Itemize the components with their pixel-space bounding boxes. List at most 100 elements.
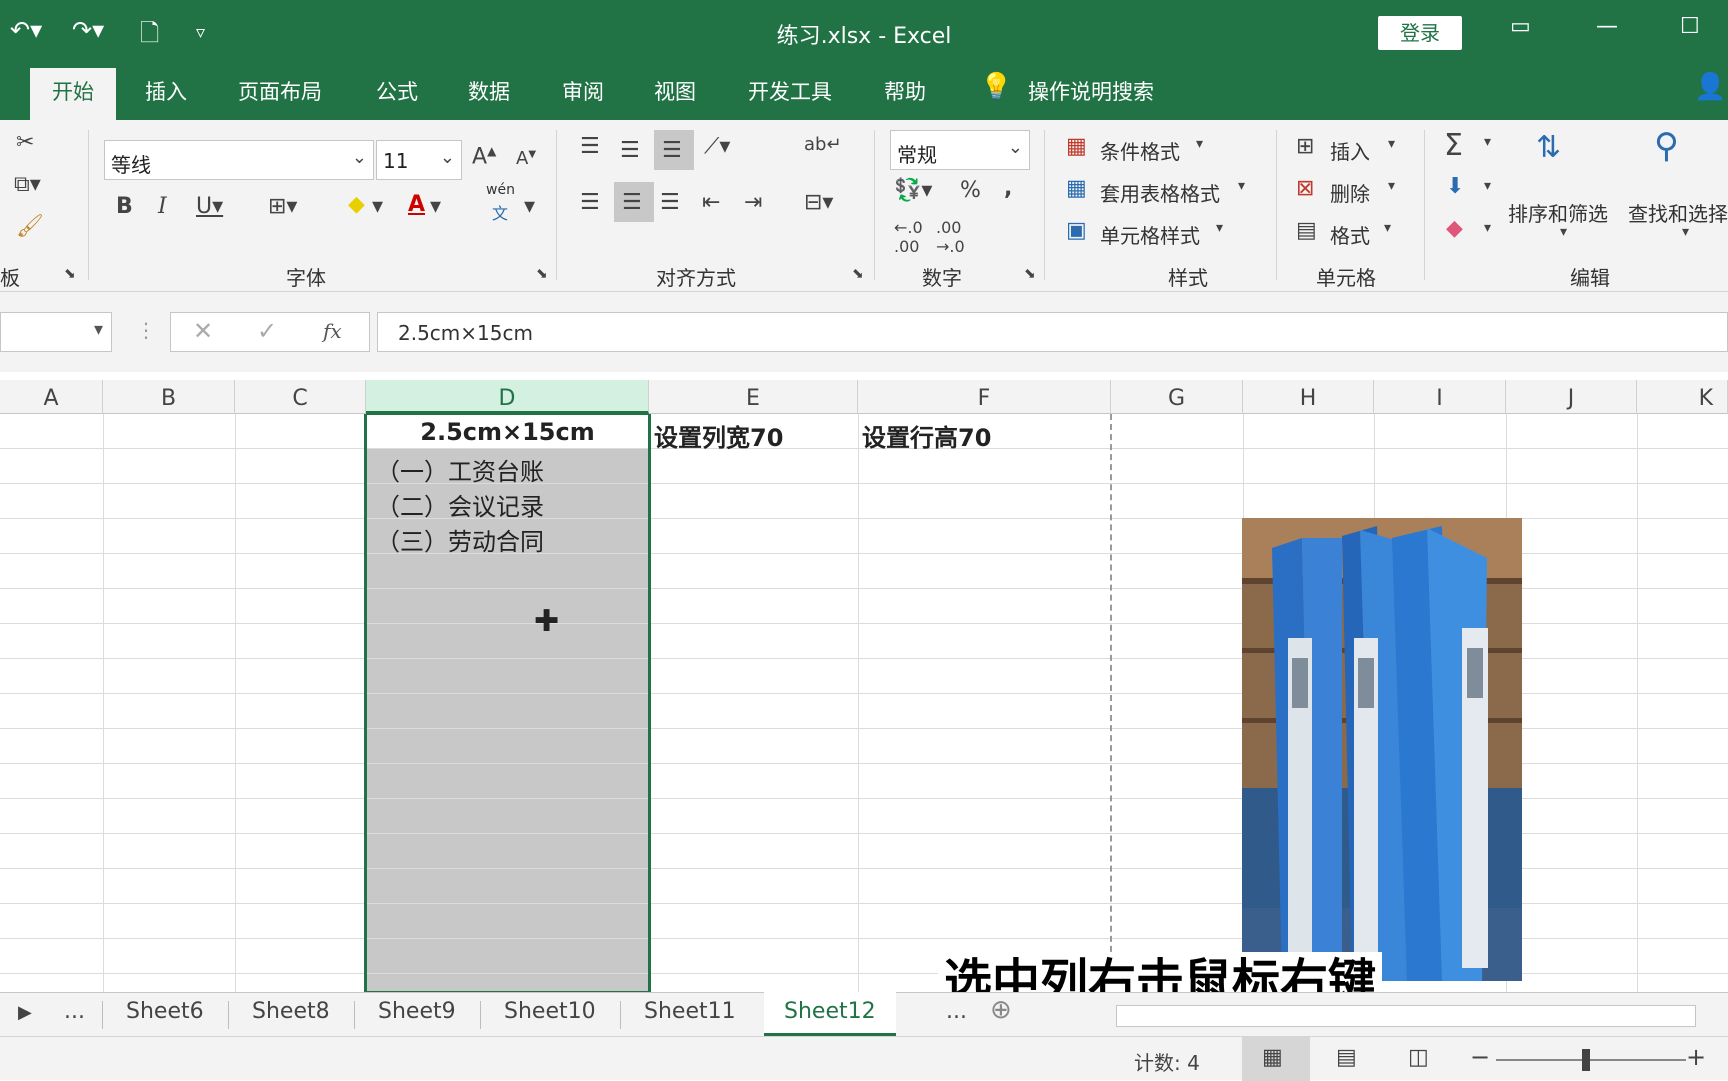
drag-handle-icon[interactable]: ⋮ (136, 318, 156, 342)
column-header-j[interactable]: J (1506, 380, 1637, 414)
percent-icon[interactable]: % (960, 178, 981, 203)
column-header-c[interactable]: C (235, 380, 366, 414)
delete-cells-icon[interactable]: ⊠ (1296, 176, 1314, 201)
column-header-d[interactable]: D (366, 380, 649, 414)
accounting-format-icon[interactable]: 💱▾ (894, 178, 932, 203)
phonetic-guide-icon[interactable]: 文 (492, 200, 508, 224)
fill-color-icon[interactable]: ◆ (348, 192, 365, 217)
conditional-format-button[interactable]: 条件格式 (1100, 136, 1180, 165)
chevron-down-icon[interactable]: ▾ (1238, 178, 1245, 194)
column-header-k[interactable]: K (1637, 380, 1728, 414)
table-format-button[interactable]: 套用表格格式 (1100, 178, 1220, 207)
format-cells-button[interactable]: 格式 (1330, 220, 1370, 249)
fill-icon[interactable]: ⬇ (1446, 174, 1464, 199)
sheet-tab-sheet8[interactable]: Sheet8 (252, 999, 330, 1024)
sheet-tab-sheet10[interactable]: Sheet10 (504, 999, 596, 1024)
sheet-tab-sheet6[interactable]: Sheet6 (126, 999, 204, 1024)
minimize-icon[interactable]: — (1596, 14, 1618, 39)
conditional-format-icon[interactable]: ▦ (1066, 134, 1087, 159)
insert-cells-icon[interactable]: ⊞ (1296, 134, 1314, 159)
chevron-down-icon[interactable]: ▾ (1484, 178, 1491, 194)
tab-view[interactable]: 视图 (654, 76, 696, 106)
chevron-down-icon[interactable]: ▾ (1484, 220, 1491, 236)
decrease-indent-icon[interactable]: ⇤ (702, 190, 720, 215)
chevron-down-icon[interactable]: ▾ (1388, 178, 1395, 194)
cell-f1[interactable]: 设置行高70 (862, 418, 991, 453)
chevron-down-icon[interactable]: ▾ (1216, 220, 1223, 236)
autosum-icon[interactable]: Σ (1444, 128, 1463, 163)
sheet-overflow-right[interactable]: ... (946, 999, 967, 1024)
bold-icon[interactable]: B (116, 194, 133, 219)
column-header-g[interactable]: G (1111, 380, 1243, 414)
copy-icon[interactable]: ⧉▾ (14, 172, 41, 197)
clear-icon[interactable]: ◆ (1446, 216, 1463, 241)
cell-e1[interactable]: 设置列宽70 (654, 418, 783, 453)
login-button[interactable]: 登录 (1378, 16, 1462, 50)
horizontal-scrollbar[interactable] (1116, 1005, 1696, 1027)
column-header-a[interactable]: A (0, 380, 103, 414)
column-header-h[interactable]: H (1243, 380, 1374, 414)
wrap-text-icon[interactable]: ab↵ (804, 134, 842, 155)
cell-d2[interactable]: （一）工资台账 (376, 452, 544, 487)
align-left-icon[interactable]: ☰ (580, 190, 600, 215)
normal-view-icon[interactable]: ▦ (1262, 1045, 1283, 1070)
zoom-in-icon[interactable]: + (1686, 1043, 1706, 1071)
format-painter-icon[interactable]: 🖌 (16, 214, 44, 239)
find-select-button[interactable]: 查找和选择 (1628, 198, 1728, 227)
share-person-icon[interactable]: 👤 (1694, 72, 1726, 102)
formula-input[interactable]: 2.5cm×15cm (377, 312, 1728, 352)
chevron-down-icon[interactable]: ▾ (1384, 220, 1391, 236)
underline-icon[interactable]: U▾ (196, 194, 223, 219)
enter-icon[interactable]: ✓ (257, 317, 277, 345)
fill-color-dropdown-icon[interactable]: ▾ (372, 194, 383, 219)
column-header-e[interactable]: E (649, 380, 858, 414)
sheet-tab-sheet11[interactable]: Sheet11 (644, 999, 736, 1024)
tab-review[interactable]: 审阅 (562, 76, 604, 106)
align-middle-icon[interactable]: ☰ (620, 138, 640, 163)
chevron-down-icon[interactable]: ▾ (1682, 224, 1689, 240)
phonetic-guide-label[interactable]: wén (486, 182, 515, 198)
font-size-combo[interactable]: 11 ⌄ (376, 140, 462, 180)
font-launcher-icon[interactable]: ⬊ (536, 266, 548, 282)
zoom-slider-thumb[interactable] (1582, 1049, 1590, 1071)
number-format-combo[interactable]: 常规 ⌄ (890, 130, 1030, 170)
italic-icon[interactable]: I (158, 194, 167, 219)
cut-icon[interactable]: ✂ (16, 130, 34, 155)
tab-insert[interactable]: 插入 (145, 76, 187, 106)
phonetic-dropdown-icon[interactable]: ▾ (524, 194, 535, 219)
page-layout-view-icon[interactable]: ▤ (1336, 1045, 1357, 1070)
column-header-f[interactable]: F (858, 380, 1111, 414)
tab-home[interactable]: 开始 (30, 68, 116, 120)
sheet-tab-sheet12[interactable]: Sheet12 (764, 992, 896, 1036)
insert-function-icon[interactable]: fx (323, 319, 342, 343)
font-color-dropdown-icon[interactable]: ▾ (430, 194, 441, 219)
number-launcher-icon[interactable]: ⬊ (1024, 266, 1036, 282)
decrease-decimal-icon[interactable]: .00 →.0 (936, 218, 965, 256)
tab-page-layout[interactable]: 页面布局 (238, 76, 322, 106)
page-break-view-icon[interactable]: ◫ (1408, 1045, 1429, 1070)
table-format-icon[interactable]: ▦ (1066, 176, 1087, 201)
cell-d3[interactable]: （二）会议记录 (376, 487, 544, 522)
delete-cells-button[interactable]: 删除 (1330, 178, 1370, 207)
scroll-tabs-right-icon[interactable]: ▶ (18, 1002, 32, 1023)
clipboard-launcher-icon[interactable]: ⬊ (64, 266, 76, 282)
chevron-down-icon[interactable]: ▾ (1484, 134, 1491, 150)
column-header-i[interactable]: I (1374, 380, 1506, 414)
align-right-icon[interactable]: ☰ (660, 190, 680, 215)
comma-style-icon[interactable]: , (1004, 176, 1012, 201)
alignment-launcher-icon[interactable]: ⬊ (852, 266, 864, 282)
decrease-font-icon[interactable]: A▼ (516, 148, 536, 169)
ribbon-display-icon[interactable]: ▭ (1510, 14, 1531, 39)
border-icon[interactable]: ⊞▾ (268, 194, 297, 219)
cell-styles-button[interactable]: 单元格样式 (1100, 220, 1200, 249)
tab-formulas[interactable]: 公式 (376, 76, 418, 106)
align-bottom-icon[interactable]: ☰ (662, 138, 682, 163)
insert-cells-button[interactable]: 插入 (1330, 136, 1370, 165)
sheet-overflow-left[interactable]: ... (64, 999, 85, 1024)
orientation-icon[interactable]: ⟋▾ (704, 134, 730, 159)
font-name-combo[interactable]: 等线 ⌄ (104, 140, 374, 180)
sort-filter-button[interactable]: 排序和筛选 (1508, 198, 1608, 227)
zoom-out-icon[interactable]: − (1470, 1043, 1490, 1071)
merge-center-icon[interactable]: ⊟▾ (804, 190, 833, 215)
sheet-tab-sheet9[interactable]: Sheet9 (378, 999, 456, 1024)
